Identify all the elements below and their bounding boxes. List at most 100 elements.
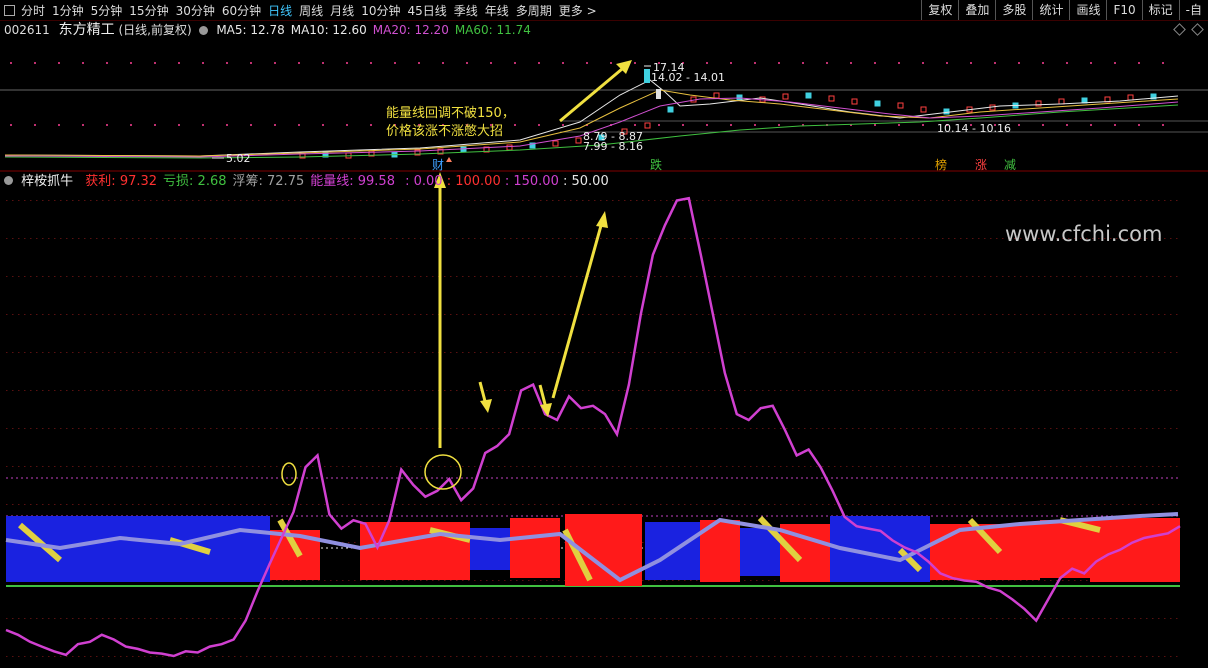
grid-dot xyxy=(324,428,326,429)
grid-dot xyxy=(342,656,344,657)
grid-dot xyxy=(642,504,644,505)
grid-dot xyxy=(924,618,926,619)
grid-dot xyxy=(384,504,386,505)
grid-dot xyxy=(198,314,200,315)
grid-dot xyxy=(1008,390,1010,391)
grid-dot xyxy=(18,352,20,353)
grid-dot xyxy=(792,390,794,391)
grid-dot xyxy=(162,276,164,277)
grid-dot xyxy=(816,314,818,315)
grid-dot xyxy=(126,618,128,619)
grid-dot xyxy=(834,390,836,391)
grid-dot xyxy=(562,124,564,126)
grid-dot xyxy=(954,428,956,429)
grid-dot xyxy=(540,504,542,505)
grid-dot xyxy=(138,238,140,239)
grid-dot xyxy=(870,352,872,353)
grid-dot xyxy=(1110,390,1112,391)
grid-dot xyxy=(1056,428,1058,429)
grid-dot xyxy=(870,618,872,619)
grid-dot xyxy=(342,504,344,505)
grid-dot xyxy=(72,656,74,657)
grid-dot xyxy=(426,580,428,581)
grid-dot xyxy=(828,238,830,239)
grid-dot xyxy=(930,656,932,657)
grid-dot xyxy=(414,428,416,429)
grid-dot xyxy=(906,314,908,315)
grid-dot xyxy=(1032,466,1034,467)
grid-dot xyxy=(30,504,32,505)
grid-dot xyxy=(870,428,872,429)
grid-dot xyxy=(324,352,326,353)
grid-dot xyxy=(396,428,398,429)
grid-dot xyxy=(1090,124,1092,126)
grid-dot xyxy=(1032,504,1034,505)
grid-dot xyxy=(768,504,770,505)
grid-dot xyxy=(294,428,296,429)
indicator-name[interactable]: 梓桉抓牛 xyxy=(21,174,73,189)
grid-dot xyxy=(312,314,314,315)
grid-dot xyxy=(1170,618,1172,619)
grid-dot xyxy=(342,428,344,429)
grid-dot xyxy=(12,352,14,353)
grid-dot xyxy=(642,238,644,239)
grid-dot xyxy=(336,276,338,277)
grid-dot xyxy=(1098,428,1100,429)
grid-dot xyxy=(456,618,458,619)
grid-dot xyxy=(24,200,26,201)
grid-dot xyxy=(840,314,842,315)
grid-dot xyxy=(1152,656,1154,657)
grid-dot xyxy=(282,428,284,429)
grid-dot xyxy=(66,276,68,277)
grid-dot xyxy=(756,504,758,505)
grid-dot xyxy=(1014,580,1016,581)
grid-dot xyxy=(1146,276,1148,277)
grid-dot xyxy=(1110,200,1112,201)
grid-dot xyxy=(1158,618,1160,619)
grid-dot xyxy=(888,314,890,315)
grid-dot xyxy=(1086,656,1088,657)
grid-dot xyxy=(714,428,716,429)
grid-dot xyxy=(1176,238,1178,239)
grid-dot xyxy=(594,390,596,391)
grid-dot xyxy=(978,504,980,505)
grid-dot xyxy=(282,238,284,239)
grid-dot xyxy=(306,200,308,201)
grid-dot xyxy=(996,238,998,239)
grid-dot xyxy=(120,504,122,505)
grid-dot xyxy=(1176,352,1178,353)
grid-dot xyxy=(402,314,404,315)
grid-dot xyxy=(372,618,374,619)
grid-dot xyxy=(234,504,236,505)
grid-dot xyxy=(1164,314,1166,315)
grid-dot xyxy=(306,276,308,277)
grid-dot xyxy=(558,352,560,353)
grid-dot xyxy=(528,466,530,467)
grid-dot xyxy=(1008,580,1010,581)
grid-dot xyxy=(174,428,176,429)
price-grid-dots xyxy=(10,62,1164,126)
grid-dot xyxy=(1146,314,1148,315)
grid-dot xyxy=(1104,200,1106,201)
grid-dot xyxy=(174,314,176,315)
grid-dot xyxy=(990,276,992,277)
grid-dot xyxy=(562,62,564,64)
grid-dot xyxy=(226,124,228,126)
candle xyxy=(506,144,513,151)
grid-dot xyxy=(360,390,362,391)
grid-dot xyxy=(546,314,548,315)
settings-dot-icon[interactable] xyxy=(4,176,13,185)
grid-dot xyxy=(810,200,812,201)
grid-dot xyxy=(888,504,890,505)
grid-dot xyxy=(750,238,752,239)
grid-dot xyxy=(402,276,404,277)
grid-dot xyxy=(576,428,578,429)
grid-dot xyxy=(948,580,950,581)
grid-dot xyxy=(504,314,506,315)
grid-dot xyxy=(894,504,896,505)
grid-dot xyxy=(54,390,56,391)
grid-dot xyxy=(66,504,68,505)
grid-dot xyxy=(78,466,80,467)
grid-dot xyxy=(228,200,230,201)
grid-dot xyxy=(804,618,806,619)
